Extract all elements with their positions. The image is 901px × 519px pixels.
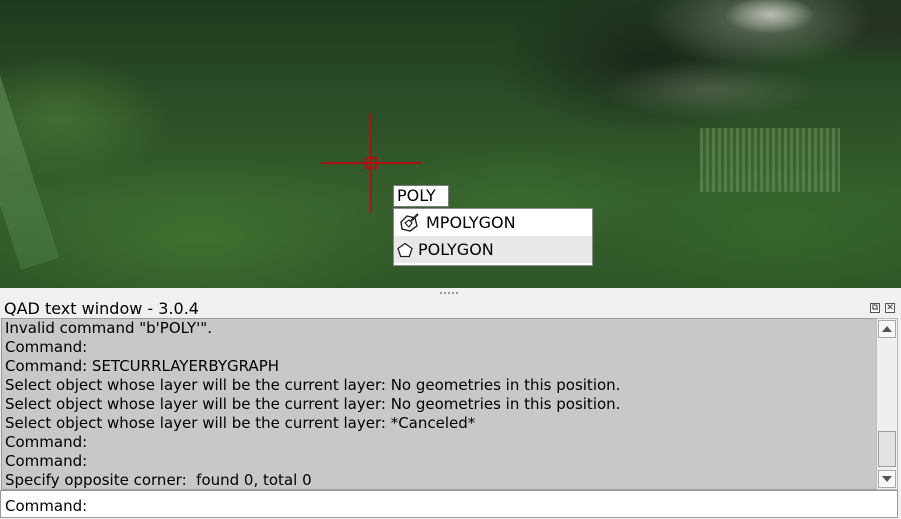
- history-line: Specify opposite corner: found 0, total …: [5, 471, 312, 489]
- autocomplete-item-polygon[interactable]: POLYGON: [394, 236, 592, 263]
- autocomplete-item-mpolygon[interactable]: MPOLYGON: [394, 209, 592, 236]
- command-prompt: Command:: [5, 497, 88, 515]
- dynamic-input-field[interactable]: POLY: [393, 185, 449, 207]
- terrain-texture: [600, 60, 820, 120]
- scroll-down-button[interactable]: [878, 470, 896, 488]
- history-line: Command:: [5, 452, 88, 470]
- history-line: Command:: [5, 433, 88, 451]
- mpolygon-icon: [398, 212, 420, 234]
- history-line: Invalid command "b'POLY'".: [5, 319, 212, 337]
- history-line: Command:: [5, 338, 88, 356]
- text-window-titlebar: QAD text window - 3.0.4 ⧉ ✕: [0, 298, 901, 318]
- history-line: Select object whose layer will be the cu…: [5, 395, 621, 413]
- polygon-icon: [397, 242, 413, 258]
- terrain-texture: [0, 10, 60, 270]
- command-input[interactable]: [93, 494, 877, 516]
- terrain-texture: [700, 128, 840, 192]
- text-window-title: QAD text window - 3.0.4: [4, 299, 199, 318]
- pickbox: [365, 157, 377, 169]
- history-line: Select object whose layer will be the cu…: [5, 376, 621, 394]
- scroll-thumb[interactable]: [878, 431, 896, 467]
- autocomplete-label: POLYGON: [418, 240, 494, 259]
- map-canvas[interactable]: POLY MPOLYGON POLYGON: [0, 0, 901, 288]
- splitter-grip-icon[interactable]: [440, 292, 460, 294]
- scroll-up-button[interactable]: [878, 320, 896, 338]
- panel-splitter[interactable]: [0, 288, 901, 298]
- float-icon[interactable]: ⧉: [870, 303, 880, 313]
- chevron-down-icon: [882, 476, 892, 482]
- chevron-up-icon: [882, 326, 892, 332]
- autocomplete-list[interactable]: MPOLYGON POLYGON: [393, 208, 593, 266]
- autocomplete-label: MPOLYGON: [426, 213, 516, 232]
- history-scrollbar[interactable]: [876, 318, 898, 490]
- command-line[interactable]: Command:: [0, 490, 898, 518]
- history-line: Command: SETCURRLAYERBYGRAPH: [5, 357, 280, 375]
- history-line: Select object whose layer will be the cu…: [5, 414, 476, 432]
- command-history[interactable]: Invalid command "b'POLY'". Command: Comm…: [1, 318, 877, 490]
- close-icon[interactable]: ✕: [885, 303, 895, 313]
